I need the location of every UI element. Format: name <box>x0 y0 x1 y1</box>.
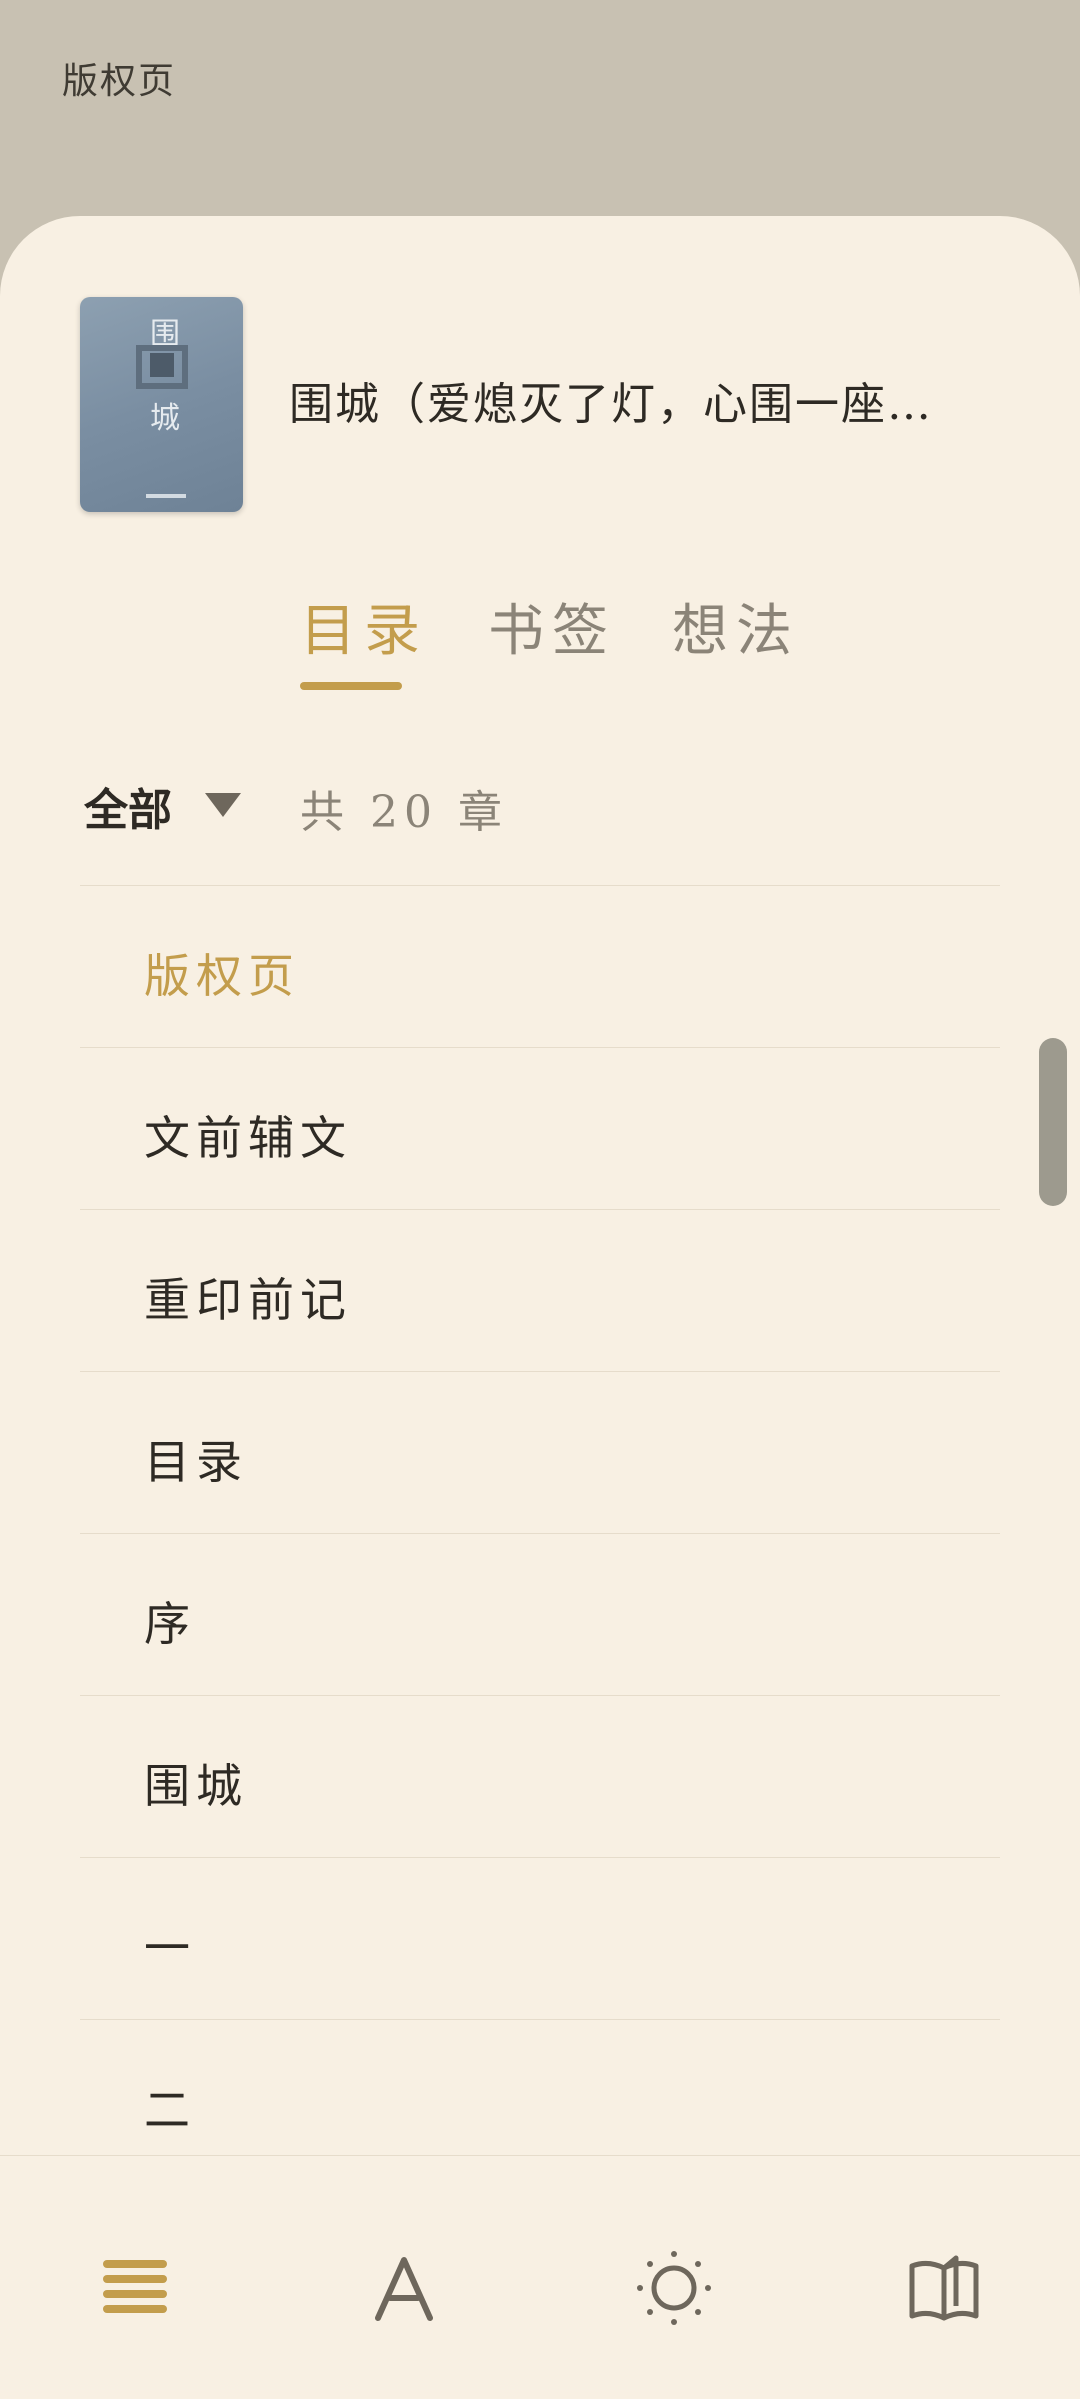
cover-stamp-mark <box>150 353 174 377</box>
toc-list: 版权页 文前辅文 重印前记 目录 序 围城 一 二 <box>80 885 1000 2181</box>
tab-notes[interactable]: 想法 <box>672 586 800 667</box>
toc-item-label: 一 <box>144 1921 196 1975</box>
tab-active-indicator <box>300 682 402 690</box>
page-title: 版权页 <box>62 61 177 102</box>
toc-button[interactable] <box>95 2248 175 2328</box>
tab-toc[interactable]: 目录 <box>300 586 428 667</box>
filter-row: 全部 共 20 章 <box>0 766 1080 846</box>
toc-item-label: 围城 <box>144 1759 248 1813</box>
toc-item-label: 序 <box>144 1597 196 1651</box>
brightness-icon <box>637 2251 711 2325</box>
tab-bar: 目录 书签 想法 <box>0 586 1080 690</box>
toc-item-label: 目录 <box>144 1435 248 1489</box>
chapter-count: 共 20 章 <box>300 787 508 838</box>
cover-publisher-mark <box>146 494 186 498</box>
filter-dropdown[interactable]: 全部 <box>84 774 172 838</box>
font-button[interactable] <box>364 2248 444 2328</box>
caret-down-icon[interactable] <box>205 793 241 817</box>
book-open-icon <box>909 2255 979 2321</box>
toc-item[interactable]: 目录 <box>80 1371 1000 1533</box>
toc-list-icon <box>103 2260 167 2313</box>
toc-item-label: 重印前记 <box>144 1273 352 1327</box>
toc-item[interactable]: 版权页 <box>80 885 1000 1047</box>
book-view-button[interactable] <box>904 2248 984 2328</box>
tab-bookmarks[interactable]: 书签 <box>488 586 616 667</box>
bottom-toolbar <box>0 2155 1080 2399</box>
book-cover[interactable]: 围 城 <box>80 297 243 512</box>
toc-item-label: 二 <box>144 2083 196 2137</box>
toc-panel: 围 城 围城（爱熄灭了灯，心围一座… 目录 书签 想法 全部 共 20 章 版权… <box>0 216 1080 2398</box>
cover-title-bottom: 城 <box>150 401 180 436</box>
toc-item[interactable]: 文前辅文 <box>80 1047 1000 1209</box>
toc-item-label: 文前辅文 <box>144 1111 352 1165</box>
toc-item[interactable]: 重印前记 <box>80 1209 1000 1371</box>
font-icon <box>375 2257 433 2321</box>
toc-item[interactable]: 围城 <box>80 1695 1000 1857</box>
brightness-button[interactable] <box>634 2248 714 2328</box>
book-title[interactable]: 围城（爱熄灭了灯，心围一座… <box>289 368 949 432</box>
toc-item[interactable]: 一 <box>80 1857 1000 2019</box>
toc-item[interactable]: 序 <box>80 1533 1000 1695</box>
scrollbar-thumb[interactable] <box>1039 1038 1067 1206</box>
toc-item-label: 版权页 <box>144 949 300 1003</box>
